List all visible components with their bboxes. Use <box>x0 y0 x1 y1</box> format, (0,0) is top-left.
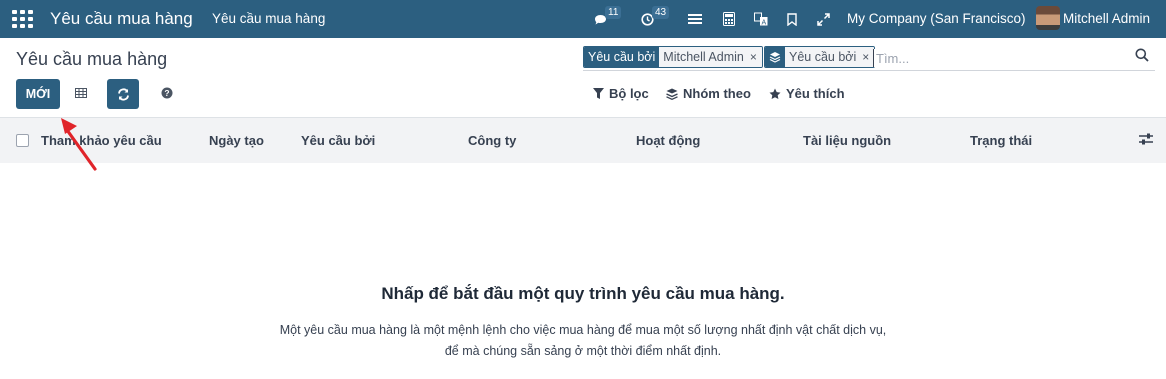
groupby-button[interactable]: Nhóm theo <box>666 86 751 101</box>
company-switcher[interactable]: My Company (San Francisco) <box>847 11 1026 26</box>
column-company[interactable]: Công ty <box>468 133 516 148</box>
calculator-icon[interactable] <box>721 8 737 30</box>
help-button[interactable]: ? <box>156 82 178 104</box>
search-input[interactable] <box>873 49 1123 67</box>
refresh-icon <box>117 87 129 101</box>
messages-button[interactable]: 11 <box>594 6 622 30</box>
facet-value: Yêu cầu bởi <box>785 47 861 67</box>
help-text: Một yêu cầu mua hàng là một mệnh lệnh ch… <box>279 323 887 358</box>
refresh-button[interactable] <box>107 79 139 109</box>
table-view-button[interactable] <box>70 82 92 104</box>
help-title: Nhấp để bắt đầu một quy trình yêu cầu mu… <box>381 284 785 303</box>
facet-label: Yêu cầu bởi <box>584 47 660 67</box>
sliders-icon[interactable] <box>1139 132 1155 148</box>
activities-badge: 43 <box>652 6 670 19</box>
list-header: Tham khảo yêu cầu Ngày tạo Yêu cầu bởi C… <box>0 117 1166 163</box>
svg-text:?: ? <box>164 88 169 98</box>
groupby-label: Nhóm theo <box>683 86 751 101</box>
favorites-label: Yêu thích <box>786 86 845 101</box>
svg-text:A: A <box>762 20 767 27</box>
column-create-date[interactable]: Ngày tạo <box>209 133 264 148</box>
filter-icon <box>593 88 604 99</box>
facet-filter-requested-by[interactable]: Yêu cầu bởi Mitchell Admin × <box>583 46 763 68</box>
close-icon[interactable]: × <box>747 47 762 67</box>
new-button[interactable]: MỚI <box>16 79 60 109</box>
facet-groupby-requested-by[interactable]: Yêu cầu bởi × <box>764 46 876 68</box>
column-activities[interactable]: Hoạt động <box>636 133 700 148</box>
column-source-document[interactable]: Tài liệu nguồn <box>803 133 891 148</box>
list-lines-icon[interactable] <box>687 8 703 30</box>
table-icon <box>75 88 87 98</box>
column-status[interactable]: Trạng thái <box>970 133 1032 148</box>
column-requested-by[interactable]: Yêu cầu bởi <box>301 133 375 148</box>
star-icon <box>769 88 781 99</box>
app-title[interactable]: Yêu cầu mua hàng <box>50 9 193 29</box>
filters-button[interactable]: Bộ lọc <box>593 86 649 101</box>
question-circle-icon: ? <box>161 87 173 99</box>
annotation-arrow-icon <box>61 118 97 171</box>
favorites-button[interactable]: Yêu thích <box>769 86 845 101</box>
apps-grid-icon[interactable] <box>12 10 33 28</box>
messages-badge: 11 <box>605 6 622 19</box>
search-bar: Yêu cầu bởi Mitchell Admin × Yêu cầu bởi… <box>583 45 1155 71</box>
translate-icon[interactable]: A <box>753 8 769 30</box>
page-title: Yêu cầu mua hàng <box>16 49 168 69</box>
top-navbar: Yêu cầu mua hàng Yêu cầu mua hàng 11 43 … <box>0 0 1166 38</box>
menu-item-purchase-requests[interactable]: Yêu cầu mua hàng <box>212 11 325 26</box>
activities-button[interactable]: 43 <box>641 6 671 30</box>
user-menu[interactable]: Mitchell Admin <box>1063 11 1150 26</box>
filters-label: Bộ lọc <box>609 86 649 101</box>
search-icon[interactable] <box>1135 48 1153 66</box>
select-all-checkbox[interactable] <box>16 134 29 147</box>
layers-icon <box>765 47 785 67</box>
avatar[interactable] <box>1036 6 1060 30</box>
facet-value: Mitchell Admin <box>659 47 748 67</box>
layers-icon <box>666 88 678 100</box>
expand-icon[interactable] <box>815 8 831 30</box>
bookmark-icon[interactable] <box>785 8 799 30</box>
